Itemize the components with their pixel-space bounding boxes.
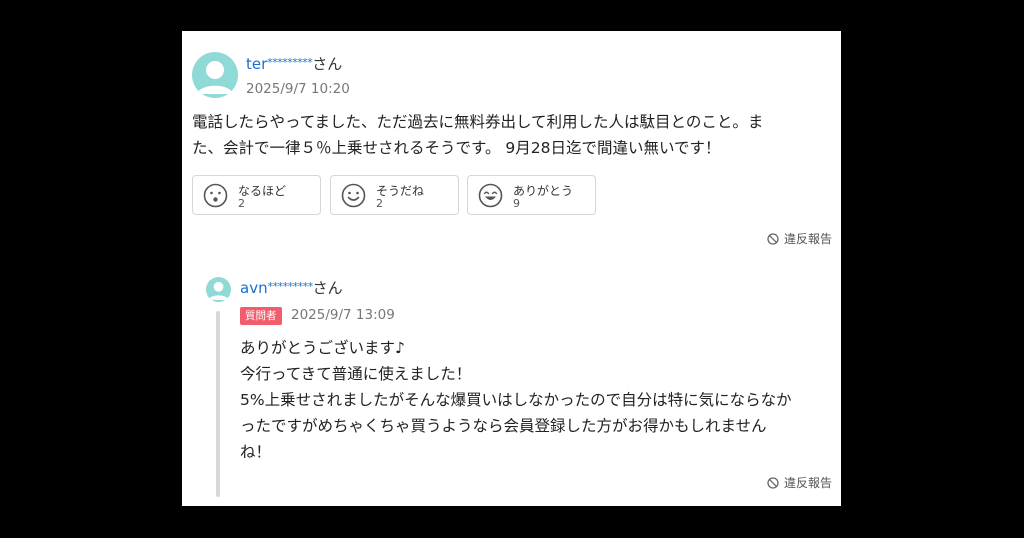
reaction-count: 2 [376, 197, 383, 210]
reply-body-line: ね！ [240, 443, 272, 461]
reaction-label: そうだね [376, 184, 425, 198]
reply-body: ありがとうございます♪ 今行ってきて普通に使えました！ 5%上乗せされましたがそ… [240, 335, 838, 465]
comment-username[interactable]: ter*********さん [246, 53, 342, 74]
avatar-person-icon [197, 61, 233, 94]
avatar-person-icon [208, 281, 229, 300]
username-suffix: さん [312, 55, 343, 73]
reply-report-link[interactable]: 違反報告 [767, 474, 832, 491]
reply-body-line: ありがとうございます♪ [240, 339, 405, 357]
reaction-button-naruhodo[interactable]: なるほど 2 [192, 175, 321, 215]
reply-username[interactable]: avn*********さん [240, 277, 343, 298]
reaction-count: 2 [238, 197, 245, 210]
report-label: 違反報告 [783, 232, 832, 246]
prohibited-icon [767, 233, 779, 245]
reply-user-avatar[interactable] [206, 277, 231, 302]
reaction-label: なるほど [238, 184, 287, 198]
questioner-badge: 質問者 [240, 307, 282, 325]
reply-body-line: 今行ってきて普通に使えました！ [240, 365, 472, 383]
reply-body-line: ったですがめちゃくちゃ買うようなら会員登録した方がお得かもしれません [240, 417, 767, 435]
username-prefix[interactable]: avn [240, 279, 268, 297]
username-mask: ********* [267, 280, 314, 293]
reaction-button-soudane[interactable]: そうだね 2 [330, 175, 459, 215]
username-prefix[interactable]: ter [246, 55, 267, 73]
prohibited-icon [767, 477, 779, 489]
smile-face-icon [341, 183, 366, 208]
comment-body-line: た、会計で一律５％上乗せされるそうです。 9月28日迄で間違い無いです！ [192, 139, 721, 157]
username-suffix: さん [312, 279, 343, 297]
surprised-face-icon [203, 183, 228, 208]
comment-date: 2025/9/7 10:20 [246, 81, 350, 97]
report-link[interactable]: 違反報告 [767, 230, 832, 247]
reaction-button-arigatou[interactable]: ありがとう 9 [467, 175, 596, 215]
reply-body-line: 5%上乗せされましたがそんな爆買いはしなかったので自分は特に気にならなか [240, 391, 792, 409]
reply-thread-line [216, 311, 220, 497]
username-mask: ********* [267, 56, 313, 69]
grin-face-icon [478, 183, 503, 208]
comment-body-line: 電話したらやってました、ただ過去に無料券出して利用した人は駄目とのこと。ま [192, 113, 764, 131]
comment-body: 電話したらやってました、ただ過去に無料券出して利用した人は駄目とのこと。ま た、… [192, 109, 837, 161]
user-avatar[interactable] [192, 52, 238, 98]
reaction-count: 9 [513, 197, 520, 210]
reply-date: 2025/9/7 13:09 [291, 307, 395, 323]
report-label: 違反報告 [783, 476, 832, 490]
qa-comment-card: ter*********さん 2025/9/7 10:20 電話したらやってまし… [182, 31, 841, 506]
reaction-label: ありがとう [513, 184, 574, 198]
